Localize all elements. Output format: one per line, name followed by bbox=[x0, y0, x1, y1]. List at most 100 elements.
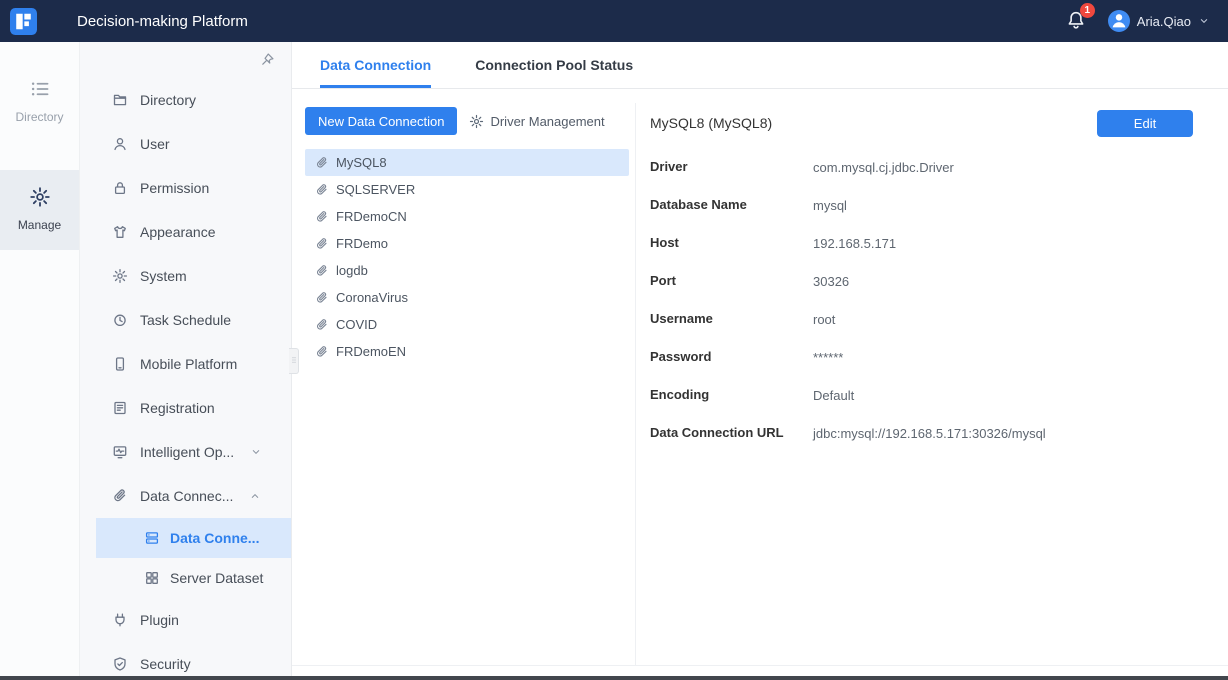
field-value: 30326 bbox=[813, 274, 850, 289]
sidebar-item-user[interactable]: User bbox=[80, 122, 291, 166]
field-row-username: Username root bbox=[650, 311, 1193, 349]
sidebar-item-mobile-platform[interactable]: Mobile Platform bbox=[80, 342, 291, 386]
sidebar-item-label: Security bbox=[140, 656, 191, 672]
connection-item-mysql8[interactable]: MySQL8 bbox=[305, 149, 629, 176]
sidebar-collapse-handle[interactable] bbox=[289, 348, 299, 374]
connection-list: MySQL8 SQLSERVER FRDemoCN FRDemo logdb Corona… bbox=[305, 149, 635, 365]
user-menu[interactable]: Aria.Qiao bbox=[1107, 10, 1210, 32]
sidebar-item-data-conne[interactable]: Data Conne... bbox=[96, 518, 291, 558]
tab-data-connection[interactable]: Data Connection bbox=[320, 42, 432, 88]
field-row-data-connection-url: Data Connection URL jdbc:mysql://192.168.… bbox=[650, 425, 1193, 463]
sidebar-item-label: Data Connec... bbox=[140, 488, 234, 504]
connection-item-frdemocn[interactable]: FRDemoCN bbox=[305, 203, 629, 230]
connection-title: MySQL8 (MySQL8) bbox=[650, 115, 773, 131]
connection-item-logdb[interactable]: logdb bbox=[305, 257, 629, 284]
sidebar-item-system[interactable]: System bbox=[80, 254, 291, 298]
connection-item-coronavirus[interactable]: CoronaVirus bbox=[305, 284, 629, 311]
sidebar-item-permission[interactable]: Permission bbox=[80, 166, 291, 210]
tab-bar: Data Connection Connection Pool Status bbox=[292, 42, 1228, 89]
sidebar-item-registration[interactable]: Registration bbox=[80, 386, 291, 430]
paperclip-icon bbox=[112, 488, 128, 504]
lock-icon bbox=[112, 180, 128, 196]
field-row-driver: Driver com.mysql.cj.jdbc.Driver bbox=[650, 159, 1193, 197]
sidebar-item-label: Plugin bbox=[140, 612, 179, 628]
app-window: Decision-making Platform 1 Aria.Qiao Dir… bbox=[0, 0, 1228, 680]
field-value: 192.168.5.171 bbox=[813, 236, 897, 251]
field-label: Database Name bbox=[650, 197, 747, 212]
sidebar-item-intelligent-op[interactable]: Intelligent Op... bbox=[80, 430, 291, 474]
shield-icon bbox=[112, 656, 128, 672]
monitor-pulse-icon bbox=[112, 444, 128, 460]
field-value: jdbc:mysql://192.168.5.171:30326/mysql bbox=[813, 426, 1046, 441]
directory-icon bbox=[112, 92, 128, 108]
data-connection-panel: New Data Connection Driver Management My… bbox=[292, 89, 1228, 666]
paperclip-icon bbox=[315, 237, 329, 251]
sidebar-item-label: Permission bbox=[140, 180, 210, 196]
connection-item-frdemoen[interactable]: FRDemoEN bbox=[305, 338, 629, 365]
connection-item-sqlserver[interactable]: SQLSERVER bbox=[305, 176, 629, 203]
connection-list-panel: New Data Connection Driver Management My… bbox=[292, 103, 636, 665]
user-icon bbox=[112, 136, 128, 152]
connection-item-label: FRDemoEN bbox=[336, 344, 407, 359]
edit-button[interactable]: Edit bbox=[1097, 109, 1193, 137]
gear-icon bbox=[469, 114, 484, 129]
sidebar-item-plugin[interactable]: Plugin bbox=[80, 598, 291, 642]
field-label: Encoding bbox=[650, 387, 710, 402]
window-bottom-edge bbox=[0, 676, 1228, 680]
field-value: com.mysql.cj.jdbc.Driver bbox=[813, 160, 954, 175]
rail-item-label: Directory bbox=[15, 110, 64, 124]
connection-detail-header: MySQL8 (MySQL8) Edit bbox=[650, 109, 1193, 137]
connection-item-label: COVID bbox=[336, 317, 378, 332]
paperclip-icon bbox=[315, 318, 329, 332]
connection-item-label: logdb bbox=[336, 263, 368, 278]
sidebar-item-data-connec[interactable]: Data Connec... bbox=[80, 474, 291, 518]
app-title: Decision-making Platform bbox=[77, 12, 248, 30]
paperclip-icon bbox=[315, 264, 329, 278]
chevron-up-icon bbox=[249, 490, 261, 502]
connection-item-label: FRDemo bbox=[336, 236, 389, 251]
connection-item-covid[interactable]: COVID bbox=[305, 311, 629, 338]
field-row-database-name: Database Name mysql bbox=[650, 197, 1193, 235]
rail-nav: Directory Manage bbox=[0, 42, 80, 676]
sidebar-item-server-dataset[interactable]: Server Dataset bbox=[96, 558, 291, 598]
sidebar-item-label: Server Dataset bbox=[170, 570, 264, 586]
sidebar-item-appearance[interactable]: Appearance bbox=[80, 210, 291, 254]
sidebar-item-label: Directory bbox=[140, 92, 197, 108]
rail-item-manage[interactable]: Manage bbox=[0, 170, 79, 250]
sidebar-item-label: User bbox=[140, 136, 170, 152]
shirt-icon bbox=[112, 224, 128, 240]
connection-item-label: MySQL8 bbox=[336, 155, 387, 170]
field-row-encoding: Encoding Default bbox=[650, 387, 1193, 425]
field-label: Password bbox=[650, 349, 712, 364]
field-label: Username bbox=[650, 311, 713, 326]
sidebar-item-label: Intelligent Op... bbox=[140, 444, 235, 460]
chevron-down-icon bbox=[1198, 15, 1210, 27]
connection-item-label: SQLSERVER bbox=[336, 182, 416, 197]
field-row-password: Password ****** bbox=[650, 349, 1193, 387]
tab-connection-pool-status[interactable]: Connection Pool Status bbox=[475, 42, 633, 88]
connection-detail-panel: MySQL8 (MySQL8) Edit Driver com.mysql.cj.… bbox=[636, 103, 1228, 665]
sidebar-item-task-schedule[interactable]: Task Schedule bbox=[80, 298, 291, 342]
rail-item-directory[interactable]: Directory bbox=[0, 62, 79, 142]
connection-item-frdemo[interactable]: FRDemo bbox=[305, 230, 629, 257]
sidebar-item-label: System bbox=[140, 268, 187, 284]
app-logo[interactable] bbox=[10, 7, 37, 35]
clock-icon bbox=[112, 312, 128, 328]
rail-item-label: Manage bbox=[17, 218, 62, 232]
gear-icon bbox=[29, 186, 51, 208]
user-name: Aria.Qiao bbox=[1136, 13, 1191, 29]
pin-toggle[interactable] bbox=[260, 52, 275, 70]
field-label: Host bbox=[650, 235, 679, 250]
new-data-connection-button[interactable]: New Data Connection bbox=[305, 107, 458, 135]
sidebar-item-directory[interactable]: Directory bbox=[80, 78, 291, 122]
paperclip-icon bbox=[315, 183, 329, 197]
sidebar-item-label: Task Schedule bbox=[140, 312, 232, 328]
field-value: Default bbox=[813, 388, 855, 403]
driver-management-button[interactable]: Driver Management bbox=[469, 114, 605, 129]
notifications-button[interactable]: 1 bbox=[1066, 2, 1095, 33]
field-value: root bbox=[813, 312, 836, 327]
datasource-icon bbox=[144, 530, 160, 546]
sidebar-item-security[interactable]: Security bbox=[80, 642, 291, 676]
chevron-down-icon bbox=[250, 446, 262, 458]
connection-list-actions: New Data Connection Driver Management bbox=[305, 107, 635, 135]
